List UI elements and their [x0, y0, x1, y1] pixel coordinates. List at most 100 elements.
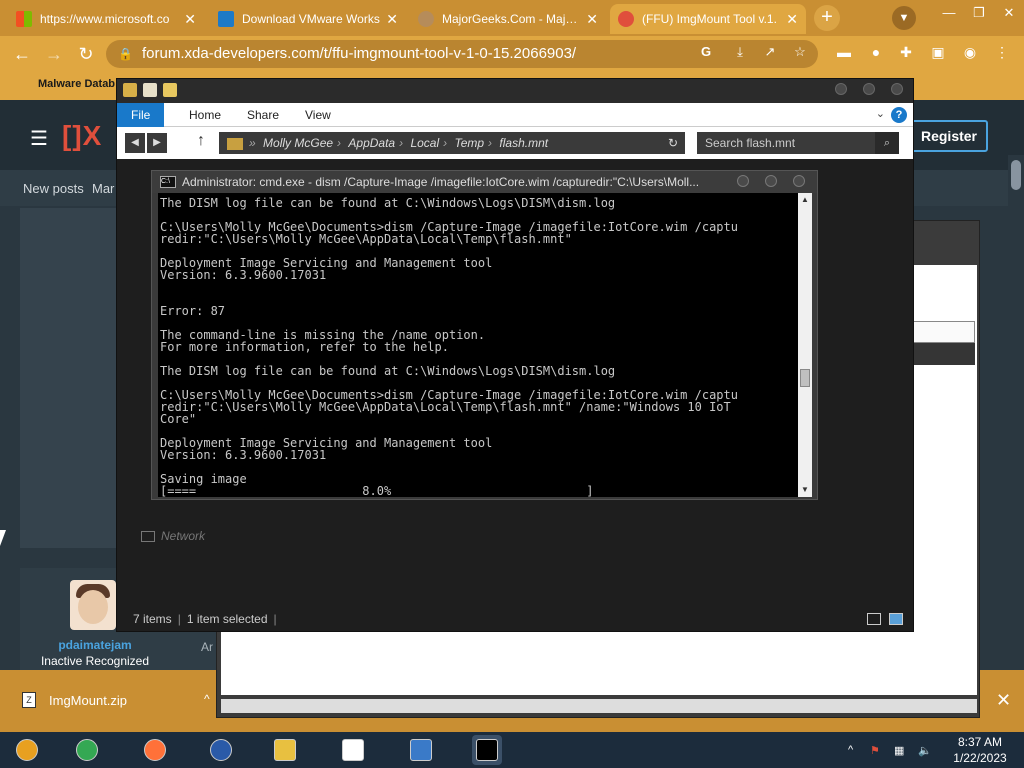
maximize-icon[interactable]: ❐ — [964, 0, 994, 30]
browser-tab-3[interactable]: (FFU) ImgMount Tool v.1. ✕ — [610, 4, 806, 34]
file-explorer-glyph — [274, 739, 296, 761]
chrome-canary-icon[interactable] — [12, 735, 42, 765]
nav-more[interactable]: Mar — [92, 181, 114, 196]
help-icon[interactable]: ? — [891, 107, 907, 123]
obama-logo-glyph — [210, 739, 232, 761]
extension-avatar-icon[interactable]: ● — [866, 42, 886, 62]
breadcrumb-item[interactable]: Temp — [454, 136, 484, 150]
extension-flag-icon[interactable]: ▬ — [834, 42, 854, 62]
dropdown[interactable] — [913, 321, 975, 343]
minimize-icon[interactable] — [835, 83, 847, 95]
chrome-glyph — [76, 739, 98, 761]
horizontal-scrollbar[interactable] — [221, 699, 977, 713]
search-input[interactable]: Search flash.mnt ⌕ — [697, 132, 899, 154]
close-icon[interactable]: ✕ — [184, 11, 196, 28]
chevron-up-icon[interactable]: ^ — [204, 692, 210, 706]
avatar[interactable] — [70, 580, 116, 630]
install-icon[interactable]: ⤓ — [730, 42, 750, 62]
cmd-window: C:\ Administrator: cmd.exe - dism /Captu… — [151, 170, 818, 500]
scroll-down-icon[interactable]: ▼ — [798, 483, 812, 497]
tab-home[interactable]: Home — [175, 103, 235, 127]
forward-icon[interactable]: ▶ — [147, 133, 167, 153]
register-button[interactable]: Register — [910, 120, 988, 152]
browser-tab-0[interactable]: https://www.microsoft.co ✕ — [8, 4, 204, 34]
maximize-icon[interactable] — [863, 83, 875, 95]
volume-icon[interactable]: 🔈 — [918, 744, 932, 757]
minimize-icon[interactable]: — — [934, 0, 964, 30]
profile-icon[interactable]: ◉ — [960, 42, 980, 62]
close-icon[interactable]: ✕ — [586, 11, 598, 28]
new-folder-icon[interactable] — [163, 83, 177, 97]
close-icon[interactable] — [793, 175, 805, 187]
list-row — [913, 343, 975, 365]
side-panel-icon[interactable]: ▣ — [928, 42, 948, 62]
bookmark-item[interactable]: Malware Datab — [38, 78, 115, 90]
close-icon[interactable]: ✕ — [386, 11, 398, 28]
control-panel-glyph — [410, 739, 432, 761]
breadcrumb-item[interactable]: Local — [410, 136, 439, 150]
refresh-icon[interactable]: ↻ — [661, 132, 685, 154]
share-icon[interactable]: ↗ — [760, 42, 780, 62]
forward-icon[interactable]: → — [42, 42, 66, 66]
details-view-icon[interactable] — [867, 613, 881, 625]
breadcrumb-item[interactable]: AppData — [348, 136, 395, 150]
folder-icon[interactable] — [123, 83, 137, 97]
tab-title: MajorGeeks.Com - Majorg — [442, 12, 581, 26]
scroll-thumb[interactable] — [800, 369, 810, 387]
search-icon[interactable]: ⌕ — [875, 132, 899, 154]
partial-text: Ar — [201, 640, 213, 654]
cmd-icon[interactable] — [472, 735, 502, 765]
close-icon[interactable]: ✕ — [996, 690, 1011, 711]
selection-count: 1 item selected — [186, 612, 268, 626]
tab-search-icon[interactable]: ▼ — [892, 6, 916, 30]
7zip-icon[interactable] — [338, 735, 368, 765]
majorgeeks-icon — [418, 11, 434, 27]
large-icons-view-icon[interactable] — [889, 613, 903, 625]
nav-pane-network[interactable]: Network — [141, 529, 205, 543]
browser-tab-1[interactable]: Download VMware Works ✕ — [210, 4, 406, 34]
tab-share[interactable]: Share — [233, 103, 293, 127]
breadcrumb-item[interactable]: Molly McGee — [263, 136, 333, 150]
obama-logo-icon[interactable] — [206, 735, 236, 765]
file-explorer-icon[interactable] — [270, 735, 300, 765]
chevron-up-icon[interactable]: ^ — [848, 744, 853, 756]
control-panel-icon[interactable] — [406, 735, 436, 765]
maximize-icon[interactable] — [765, 175, 777, 187]
flag-icon[interactable]: ⚑ — [870, 744, 880, 757]
close-icon[interactable] — [891, 83, 903, 95]
cmd-scrollbar[interactable]: ▲ ▼ — [798, 193, 812, 497]
hamburger-menu-icon[interactable]: ☰ — [30, 126, 48, 151]
breadcrumb-item[interactable]: flash.mnt — [499, 136, 548, 150]
close-icon[interactable]: ✕ — [786, 11, 798, 28]
explorer-status-bar: 7 items | 1 item selected | — [117, 607, 913, 631]
reload-icon[interactable]: ↻ — [74, 42, 98, 66]
breadcrumb[interactable]: » Molly McGee › AppData › Local › Temp › fla… — [219, 132, 661, 154]
browser-tab-2[interactable]: MajorGeeks.Com - Majorg ✕ — [410, 4, 606, 34]
chevron-down-icon[interactable]: ⌄ — [876, 107, 885, 120]
tab-file[interactable]: File — [117, 103, 165, 127]
tab-view[interactable]: View — [291, 103, 345, 127]
back-icon[interactable]: ← — [10, 42, 34, 66]
nav-new-posts[interactable]: New posts — [23, 181, 84, 196]
console-line: [==== 8.0% ] — [160, 484, 594, 497]
poster-name[interactable]: pdaimatejam — [20, 638, 170, 652]
bookmark-star-icon[interactable]: ☆ — [790, 42, 810, 62]
chrome-icon[interactable] — [72, 735, 102, 765]
extensions-puzzle-icon[interactable]: ✚ — [896, 42, 916, 62]
google-icon[interactable]: G — [696, 42, 716, 62]
clock[interactable]: 8:37 AM 1/22/2023 — [942, 734, 1018, 766]
xda-logo[interactable]: []X — [62, 120, 102, 152]
new-tab-button[interactable]: + — [814, 5, 840, 31]
page-scrollbar[interactable] — [1008, 155, 1024, 670]
close-icon[interactable]: ✕ — [994, 0, 1024, 30]
up-arrow-icon[interactable]: ↑ — [197, 132, 205, 150]
properties-icon[interactable] — [143, 83, 157, 97]
download-filename[interactable]: ImgMount.zip — [49, 693, 127, 708]
back-icon[interactable]: ◀ — [125, 133, 145, 153]
firefox-icon[interactable] — [140, 735, 170, 765]
minimize-icon[interactable] — [737, 175, 749, 187]
menu-dots-icon[interactable]: ⋮ — [992, 42, 1012, 62]
cmd-console-output[interactable]: The DISM log file can be found at C:\Win… — [158, 193, 798, 497]
network-tray-icon[interactable]: ▦ — [894, 744, 904, 757]
scroll-up-icon[interactable]: ▲ — [798, 193, 812, 207]
